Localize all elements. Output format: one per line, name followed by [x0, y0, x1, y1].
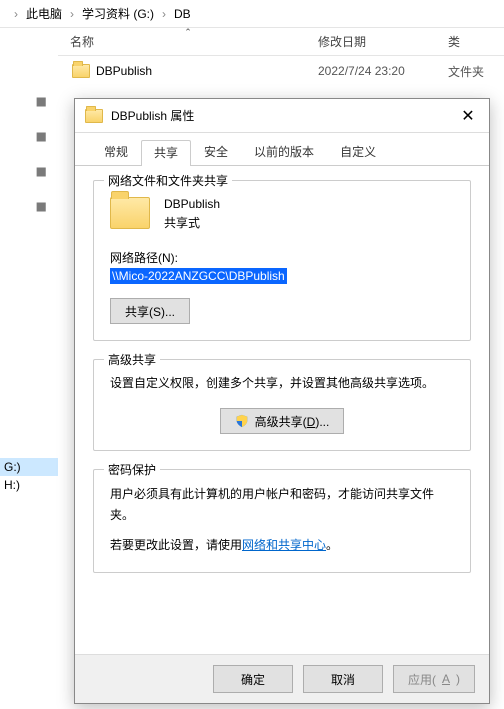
dialog-title: DBPublish 属性 — [111, 107, 194, 124]
column-label: 名称 — [70, 35, 94, 49]
group-password-protection: 密码保护 用户必须具有此计算机的用户帐户和密码，才能访问共享文件夹。 若要更改此… — [93, 469, 471, 572]
drive-item-h[interactable]: H:) — [0, 476, 58, 494]
tab-strip: 常规 共享 安全 以前的版本 自定义 — [75, 133, 489, 166]
advanced-sharing-button[interactable]: 高级共享(D)... — [220, 408, 345, 434]
tab-general[interactable]: 常规 — [91, 139, 141, 165]
network-path-label: 网络路径(N): — [110, 249, 454, 266]
close-button[interactable]: ✕ — [447, 99, 489, 132]
folder-icon — [85, 109, 103, 123]
properties-dialog: DBPublish 属性 ✕ 常规 共享 安全 以前的版本 自定义 网络文件和文… — [74, 98, 490, 704]
folder-icon — [110, 197, 150, 229]
network-sharing-center-link[interactable]: 网络和共享中心 — [242, 538, 326, 552]
pin-icon: ⯀ — [0, 158, 58, 193]
dialog-buttons: 确定 取消 应用(A) — [75, 654, 489, 703]
tab-sharing[interactable]: 共享 — [141, 140, 191, 166]
group-advanced-sharing: 高级共享 设置自定义权限，创建多个共享，并设置其他高级共享选项。 高级共享(D)… — [93, 359, 471, 451]
sort-indicator-icon: ⌃ — [184, 27, 192, 38]
tab-previous-versions[interactable]: 以前的版本 — [241, 139, 327, 165]
pin-icon: ⯀ — [0, 88, 58, 123]
group-network-sharing: 网络文件和文件夹共享 DBPublish 共享式 网络路径(N): \\Mico… — [93, 180, 471, 341]
group-label: 高级共享 — [104, 351, 160, 368]
shield-icon — [235, 414, 249, 428]
breadcrumb[interactable]: DB — [172, 7, 193, 21]
tab-custom[interactable]: 自定义 — [327, 139, 389, 165]
file-type: 文件夹 — [448, 63, 504, 80]
ok-button[interactable]: 确定 — [213, 665, 293, 693]
chevron-right-icon: › — [64, 7, 80, 21]
shared-folder-name: DBPublish — [164, 195, 220, 214]
password-description: 用户必须具有此计算机的用户帐户和密码，才能访问共享文件夹。 — [110, 484, 454, 525]
column-name[interactable]: ⌃ 名称 — [58, 33, 318, 50]
share-mode: 共享式 — [164, 214, 220, 233]
network-path[interactable]: \\Mico-2022ANZGCC\DBPublish — [110, 268, 287, 284]
button-label: 高级共享(D)... — [255, 413, 330, 430]
advanced-description: 设置自定义权限，创建多个共享，并设置其他高级共享选项。 — [110, 374, 454, 392]
navigation-pane[interactable]: ⯀ ⯀ ⯀ ⯀ G:) H:) — [0, 28, 58, 709]
cancel-button[interactable]: 取消 — [303, 665, 383, 693]
pin-icon: ⯀ — [0, 193, 58, 228]
drive-item-g[interactable]: G:) — [0, 458, 58, 476]
share-button[interactable]: 共享(S)... — [110, 298, 190, 324]
column-headers[interactable]: ⌃ 名称 修改日期 类 — [58, 28, 504, 56]
column-modified[interactable]: 修改日期 — [318, 33, 448, 50]
breadcrumb[interactable]: 此电脑 — [24, 5, 64, 22]
chevron-right-icon: › — [8, 7, 24, 21]
tab-security[interactable]: 安全 — [191, 139, 241, 165]
table-row[interactable]: DBPublish 2022/7/24 23:20 文件夹 — [58, 56, 504, 82]
group-label: 网络文件和文件夹共享 — [104, 172, 232, 189]
chevron-right-icon: › — [156, 7, 172, 21]
breadcrumb[interactable]: 学习资料 (G:) — [80, 5, 156, 22]
file-name: DBPublish — [96, 64, 152, 78]
address-bar[interactable]: › 此电脑 › 学习资料 (G:) › DB — [0, 0, 504, 28]
titlebar[interactable]: DBPublish 属性 ✕ — [75, 99, 489, 133]
group-label: 密码保护 — [104, 461, 160, 478]
apply-button[interactable]: 应用(A) — [393, 665, 475, 693]
column-type[interactable]: 类 — [448, 33, 504, 50]
password-hint: 若要更改此设置，请使用网络和共享中心。 — [110, 535, 454, 555]
pin-icon: ⯀ — [0, 123, 58, 158]
folder-icon — [72, 64, 90, 78]
file-modified: 2022/7/24 23:20 — [318, 64, 448, 78]
